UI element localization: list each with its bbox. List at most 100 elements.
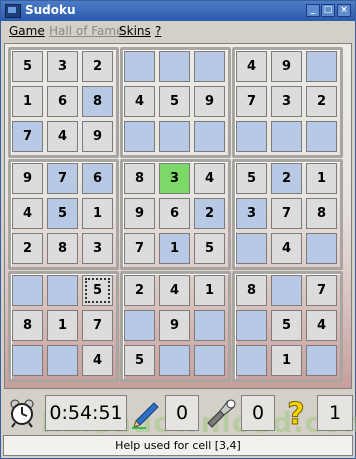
sudoku-cell[interactable]: 8: [236, 275, 267, 306]
sudoku-cell[interactable]: 2: [271, 163, 302, 194]
sudoku-cell[interactable]: [271, 121, 302, 152]
sudoku-cell[interactable]: 4: [47, 121, 78, 152]
sudoku-cell[interactable]: 3: [82, 233, 113, 264]
sudoku-cell[interactable]: [124, 51, 155, 82]
sudoku-cell[interactable]: 4: [124, 86, 155, 117]
sudoku-cell[interactable]: 6: [47, 86, 78, 117]
sudoku-cell[interactable]: 2: [12, 233, 43, 264]
close-button[interactable]: ×: [337, 4, 351, 17]
sudoku-cell[interactable]: [194, 51, 225, 82]
sudoku-cell[interactable]: [47, 345, 78, 376]
sudoku-cell[interactable]: 5: [159, 86, 190, 117]
sudoku-cell[interactable]: 6: [82, 163, 113, 194]
sudoku-cell[interactable]: 2: [306, 86, 337, 117]
sudoku-cell[interactable]: 8: [124, 163, 155, 194]
sudoku-cell[interactable]: 1: [271, 345, 302, 376]
sudoku-cell[interactable]: 2: [194, 198, 225, 229]
sudoku-cell[interactable]: 5: [124, 345, 155, 376]
sudoku-cell[interactable]: 2: [82, 51, 113, 82]
sudoku-cell[interactable]: [124, 121, 155, 152]
board-block: 532 168 749: [8, 47, 119, 158]
sudoku-cell[interactable]: 4: [12, 198, 43, 229]
sudoku-cell[interactable]: 3: [236, 198, 267, 229]
sudoku-cell[interactable]: 7: [306, 275, 337, 306]
sudoku-cell[interactable]: [306, 121, 337, 152]
sudoku-cell[interactable]: 9: [12, 163, 43, 194]
board-block: 49732: [232, 47, 343, 158]
timer-display: 0:54:51: [45, 395, 127, 431]
sudoku-cell[interactable]: [12, 345, 43, 376]
sudoku-cell[interactable]: 2: [124, 275, 155, 306]
sudoku-cell[interactable]: 1: [194, 275, 225, 306]
sudoku-cell[interactable]: [194, 310, 225, 341]
sudoku-cell[interactable]: 1: [12, 86, 43, 117]
sudoku-cell[interactable]: 4: [236, 51, 267, 82]
sudoku-cell[interactable]: 7: [124, 233, 155, 264]
sudoku-cell[interactable]: 7: [236, 86, 267, 117]
title-bar[interactable]: Sudoku _ □ ×: [1, 1, 355, 21]
sudoku-cell[interactable]: 5: [47, 198, 78, 229]
sudoku-cell[interactable]: 1: [47, 310, 78, 341]
sudoku-cell[interactable]: 8: [82, 86, 113, 117]
sudoku-cell[interactable]: [194, 121, 225, 152]
sudoku-cell[interactable]: 4: [159, 275, 190, 306]
status-bar: 0:54:51 0 0 ? 1: [1, 393, 355, 433]
sudoku-cell[interactable]: [236, 345, 267, 376]
menu-help[interactable]: ?: [155, 24, 161, 38]
sudoku-cell[interactable]: 4: [271, 233, 302, 264]
sudoku-cell[interactable]: 8: [47, 233, 78, 264]
sudoku-cell[interactable]: [306, 233, 337, 264]
sudoku-cell[interactable]: 9: [124, 198, 155, 229]
sudoku-cell[interactable]: [236, 310, 267, 341]
app-icon[interactable]: [5, 4, 21, 18]
sudoku-cell[interactable]: [194, 345, 225, 376]
sudoku-cell[interactable]: [159, 121, 190, 152]
sudoku-cell[interactable]: 4: [306, 310, 337, 341]
sudoku-cell[interactable]: 1: [306, 163, 337, 194]
sudoku-cell[interactable]: [271, 275, 302, 306]
sudoku-cell[interactable]: 4: [82, 345, 113, 376]
sudoku-cell[interactable]: 8: [12, 310, 43, 341]
menu-hall-of-fame[interactable]: Hall of Fame: [49, 24, 123, 38]
sudoku-cell[interactable]: 9: [271, 51, 302, 82]
sudoku-cell[interactable]: 1: [82, 198, 113, 229]
sudoku-cell[interactable]: [12, 275, 43, 306]
sudoku-cell[interactable]: 5: [271, 310, 302, 341]
sudoku-cell[interactable]: [306, 345, 337, 376]
minimize-button[interactable]: _: [306, 4, 320, 17]
sudoku-cell[interactable]: [236, 121, 267, 152]
sudoku-cell[interactable]: 9: [82, 121, 113, 152]
sudoku-cell[interactable]: [236, 233, 267, 264]
sudoku-cell[interactable]: 7: [271, 198, 302, 229]
sudoku-cell[interactable]: 1: [159, 233, 190, 264]
board-block: 8 7541: [232, 271, 343, 382]
sudoku-cell[interactable]: [306, 51, 337, 82]
sudoku-cell[interactable]: 5: [236, 163, 267, 194]
sudoku-cell[interactable]: 3: [271, 86, 302, 117]
sudoku-cell[interactable]: [124, 310, 155, 341]
sudoku-cell[interactable]: 7: [12, 121, 43, 152]
question-mark-icon[interactable]: ?: [277, 395, 315, 431]
sudoku-cell[interactable]: 5: [82, 275, 113, 306]
sudoku-cell[interactable]: 5: [12, 51, 43, 82]
menu-game[interactable]: Game: [9, 24, 45, 38]
sudoku-cell[interactable]: 3: [47, 51, 78, 82]
sudoku-cell[interactable]: 3: [159, 163, 190, 194]
sudoku-cell[interactable]: 9: [194, 86, 225, 117]
sudoku-cell[interactable]: 7: [82, 310, 113, 341]
sudoku-cell[interactable]: 5: [194, 233, 225, 264]
pencil-icon[interactable]: [127, 395, 165, 431]
sudoku-cell[interactable]: 8: [306, 198, 337, 229]
sudoku-cell[interactable]: [159, 345, 190, 376]
sudoku-cell[interactable]: 6: [159, 198, 190, 229]
menu-skins[interactable]: Skins: [119, 24, 151, 38]
board-block: 5 817 4: [8, 271, 119, 382]
maximize-button[interactable]: □: [321, 4, 335, 17]
sudoku-cell[interactable]: [159, 51, 190, 82]
window-title: Sudoku: [25, 3, 76, 17]
sudoku-cell[interactable]: 7: [47, 163, 78, 194]
sudoku-cell[interactable]: 9: [159, 310, 190, 341]
sudoku-cell[interactable]: 4: [194, 163, 225, 194]
flashlight-icon[interactable]: [201, 395, 239, 431]
sudoku-cell[interactable]: [47, 275, 78, 306]
